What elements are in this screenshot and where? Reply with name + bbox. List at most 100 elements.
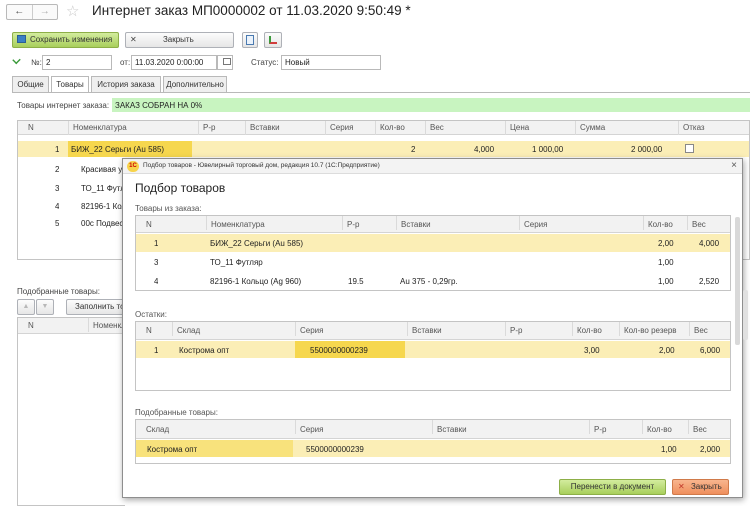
col-n[interactable]: N — [18, 121, 68, 135]
col-series[interactable]: Серия — [295, 420, 432, 434]
status-label: Статус: — [251, 58, 279, 67]
col-inserts[interactable]: Вставки — [396, 216, 519, 230]
tab-goods[interactable]: Товары — [51, 76, 89, 93]
col-n[interactable]: N — [136, 216, 171, 230]
transfer-to-document-button[interactable]: Перенести в документ — [559, 479, 666, 495]
row-number: 5 — [55, 219, 60, 228]
favorite-star-icon[interactable]: ☆ — [66, 2, 79, 20]
col-reserve[interactable]: Кол-во резерв — [619, 322, 689, 336]
col-warehouse[interactable]: Склад — [172, 322, 295, 336]
col-refusal[interactable]: Отказ — [678, 121, 749, 135]
col-n[interactable]: N — [136, 322, 166, 336]
row-name: 82196-1 Кол — [81, 202, 123, 211]
col-inserts[interactable]: Вставки — [407, 322, 505, 336]
col-n[interactable]: N — [18, 318, 68, 332]
dialog-scrollbar[interactable] — [735, 217, 740, 345]
refusal-checkbox[interactable] — [685, 144, 694, 153]
status-field[interactable]: Новый — [281, 55, 381, 70]
tab-general[interactable]: Общие — [12, 76, 49, 92]
structure-button[interactable] — [264, 32, 282, 48]
col-qty[interactable]: Кол-во — [642, 420, 688, 434]
row-qty: 1,00 — [658, 258, 674, 267]
col-series[interactable]: Серия — [325, 121, 375, 135]
down-arrow-icon: ▼ — [41, 303, 49, 310]
picked-goods-table[interactable]: N Номенкл — [17, 317, 125, 506]
number-field[interactable]: 2 — [42, 55, 112, 70]
col-inserts[interactable]: Вставки — [245, 121, 325, 135]
close-button[interactable]: ✕ Закрыть — [125, 32, 234, 48]
page-title: Интернет заказ МП0000002 от 11.03.2020 9… — [92, 3, 411, 18]
row-name: Красивая уп — [81, 165, 123, 174]
number-label: №: — [31, 58, 42, 67]
save-icon — [17, 35, 26, 43]
row-weight: 2,000 — [700, 445, 721, 454]
row-qty: 1,00 — [658, 277, 674, 286]
col-series[interactable]: Серия — [295, 322, 407, 336]
row-weight: 4,000 — [474, 145, 495, 154]
row-qty: 2,00 — [658, 239, 674, 248]
transfer-label: Перенести в документ — [570, 482, 655, 491]
stock-table[interactable]: N Склад Серия Вставки Р-р Кол-во Кол-во … — [135, 321, 731, 391]
col-sum[interactable]: Сумма — [575, 121, 678, 135]
close-label: Закрыть — [162, 35, 194, 44]
row-number: 4 — [154, 277, 159, 286]
col-price[interactable]: Цена — [505, 121, 575, 135]
col-qty[interactable]: Кол-во — [375, 121, 425, 135]
col-size[interactable]: Р-р — [505, 322, 572, 336]
col-qty[interactable]: Кол-во — [643, 216, 687, 230]
col-size[interactable]: Р-р — [198, 121, 245, 135]
col-nomenclature[interactable]: Номенклатура — [68, 121, 198, 135]
close-icon: ✕ — [130, 35, 137, 44]
main-scrollbar[interactable] — [743, 290, 748, 340]
calendar-button[interactable] — [217, 55, 233, 70]
row-number: 1 — [154, 239, 159, 248]
row-warehouse: Кострома опт — [147, 445, 198, 454]
save-changes-button[interactable]: Сохранить изменения — [12, 32, 119, 48]
date-field[interactable]: 11.03.2020 0:00:00 — [131, 55, 217, 70]
row-name: 00с Подвес — [81, 219, 123, 228]
col-weight[interactable]: Вес — [687, 216, 730, 230]
move-up-button[interactable]: ▲ — [17, 299, 35, 315]
order-goods-table[interactable]: N Номенклатура Р-р Вставки Серия Кол-во … — [135, 215, 731, 291]
col-weight[interactable]: Вес — [689, 322, 730, 336]
tab-divider — [12, 92, 750, 93]
tab-order-history[interactable]: История заказа — [91, 76, 161, 92]
col-nomenclature[interactable]: Номенклатура — [206, 216, 342, 230]
stock-table-header: N Склад Серия Вставки Р-р Кол-во Кол-во … — [136, 322, 730, 340]
date-label: от: — [120, 58, 131, 67]
dialog-heading: Подбор товаров — [135, 181, 226, 195]
save-changes-label: Сохранить изменения — [30, 35, 113, 44]
row-name: 82196-1 Кольцо (Ag 960) — [210, 277, 302, 286]
row-qty: 2 — [411, 145, 416, 154]
back-arrow-icon[interactable]: ← — [7, 5, 32, 19]
dialog-close-button[interactable]: ✕ Закрыть — [672, 479, 729, 495]
col-size[interactable]: Р-р — [589, 420, 642, 434]
row-reserve: 2,00 — [659, 346, 675, 355]
col-size[interactable]: Р-р — [342, 216, 396, 230]
col-weight[interactable]: Вес — [688, 420, 730, 434]
dialog-close-icon[interactable]: × — [731, 160, 737, 171]
row-number: 4 — [55, 202, 60, 211]
fill-button[interactable]: Заполнить то — [66, 299, 125, 315]
print-button[interactable] — [242, 32, 258, 48]
forward-arrow-icon[interactable]: → — [31, 5, 58, 19]
document-icon — [246, 35, 254, 45]
row-name: ТО_11 Футляр — [210, 258, 263, 267]
row-number: 1 — [55, 145, 60, 154]
col-inserts[interactable]: Вставки — [432, 420, 589, 434]
dialog-picked-table[interactable]: Склад Серия Вставки Р-р Кол-во Вес Костр… — [135, 419, 731, 464]
col-warehouse[interactable]: Склад — [136, 420, 295, 434]
col-qty[interactable]: Кол-во — [572, 322, 619, 336]
goods-table-header: N Номенклатура Р-р Вставки Серия Кол-во … — [18, 121, 749, 135]
col-weight[interactable]: Вес — [425, 121, 505, 135]
tab-additional[interactable]: Дополнительно — [163, 76, 227, 92]
dialog-caption: Подбор товаров - Ювелирный торговый дом,… — [143, 162, 380, 169]
move-down-button[interactable]: ▼ — [36, 299, 54, 315]
col-nomenclature[interactable]: Номенкл — [88, 318, 125, 332]
order-table-header: N Номенклатура Р-р Вставки Серия Кол-во … — [136, 216, 730, 233]
up-arrow-icon: ▲ — [22, 303, 30, 310]
col-series[interactable]: Серия — [519, 216, 643, 230]
picked-goods-label: Подобранные товары: — [17, 287, 100, 296]
1c-logo-icon: 1С — [127, 161, 139, 172]
row-number: 3 — [55, 184, 60, 193]
